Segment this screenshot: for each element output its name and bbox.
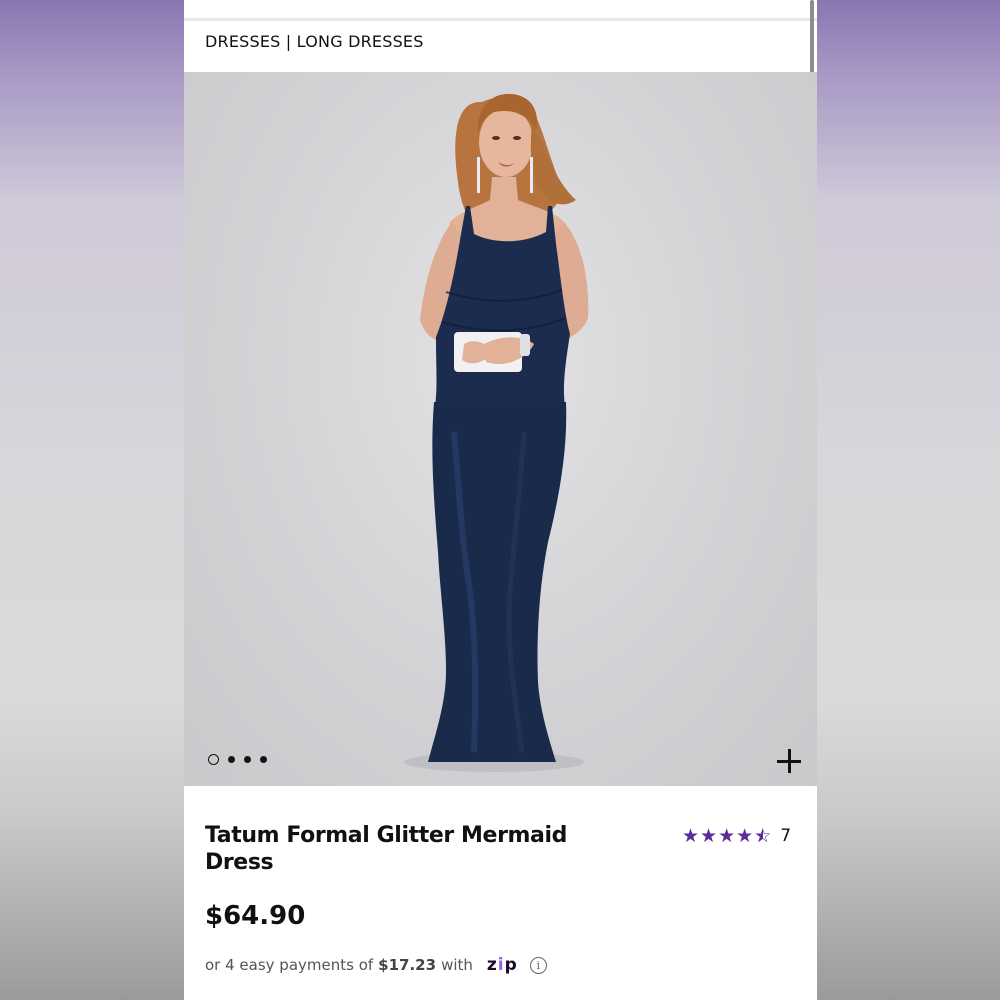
plus-icon[interactable] bbox=[776, 748, 802, 774]
carousel-dot-1[interactable] bbox=[208, 754, 219, 765]
star-icon: ★ bbox=[700, 825, 718, 847]
star-icon: ★ bbox=[682, 825, 700, 847]
product-image[interactable] bbox=[184, 72, 817, 786]
breadcrumb[interactable]: DRESSES | LONG DRESSES bbox=[205, 32, 424, 51]
installment-amount: $17.23 bbox=[378, 956, 437, 974]
zip-logo[interactable]: zip bbox=[487, 955, 518, 975]
product-page: DRESSES | LONG DRESSES Tatum Formal Glit… bbox=[184, 0, 817, 1000]
star-icon: ★ bbox=[736, 825, 754, 847]
product-price: $64.90 bbox=[205, 901, 306, 931]
carousel-dot-4[interactable] bbox=[260, 756, 267, 763]
installment-with: with bbox=[441, 956, 473, 974]
installment-info: or 4 easy payments of $17.23 with zip i bbox=[205, 955, 547, 975]
top-header-strip bbox=[184, 0, 817, 21]
star-icon: ★ bbox=[718, 825, 736, 847]
model-illustration bbox=[404, 93, 589, 772]
half-star-icon: ☆★ bbox=[754, 825, 772, 847]
info-icon[interactable]: i bbox=[529, 956, 547, 974]
carousel-dots bbox=[208, 754, 267, 765]
review-count[interactable]: 7 bbox=[780, 826, 791, 846]
product-rating[interactable]: ★ ★ ★ ★ ☆★ 7 bbox=[682, 826, 791, 846]
product-title: Tatum Formal Glitter Mermaid Dress bbox=[205, 823, 567, 875]
installment-prefix: or 4 easy payments of bbox=[205, 956, 374, 974]
carousel-dot-2[interactable] bbox=[228, 756, 235, 763]
carousel-dot-3[interactable] bbox=[244, 756, 251, 763]
